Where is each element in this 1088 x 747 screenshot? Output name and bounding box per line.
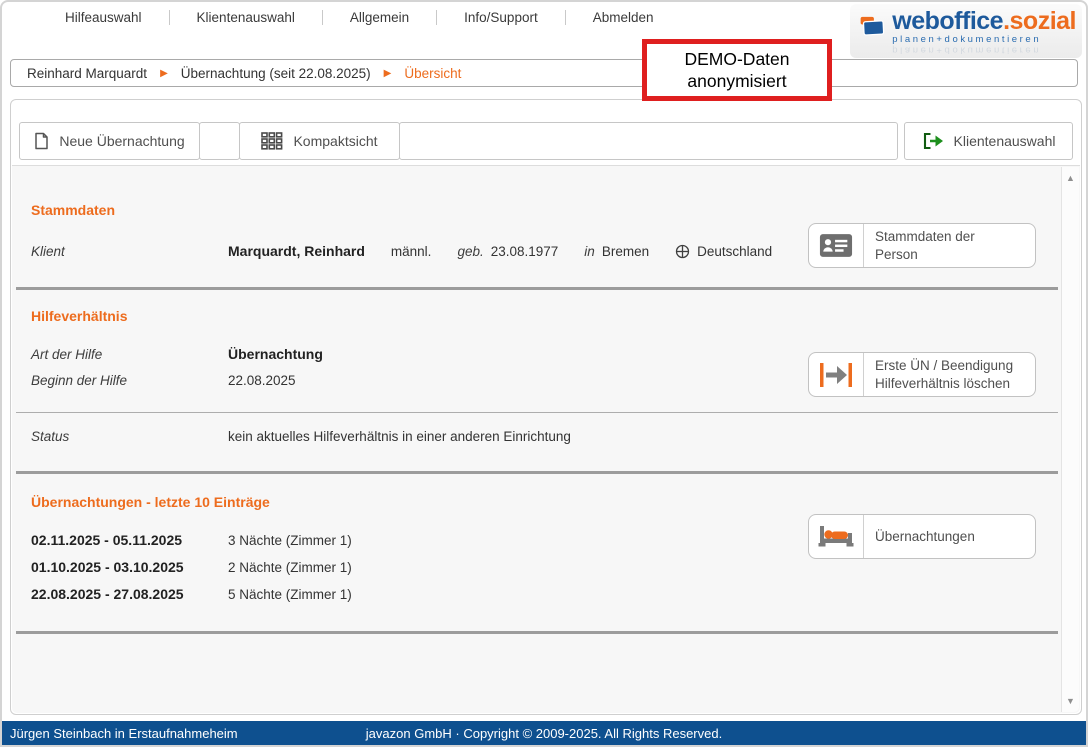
breadcrumb-client[interactable]: Reinhard Marquardt: [27, 66, 147, 81]
erste-uen-button-label: Erste ÜN / Beendigung Hilfeverhältnis lö…: [864, 357, 1035, 392]
art-der-hilfe-label: Art der Hilfe: [31, 347, 228, 362]
scroll-up-arrow-icon[interactable]: ▲: [1062, 173, 1079, 183]
section-divider: [16, 287, 1058, 290]
uebernachtungen-heading: Übernachtungen - letzte 10 Einträge: [31, 494, 270, 510]
birth-label: geb.: [457, 244, 483, 259]
stammdaten-der-person-button[interactable]: Stammdaten der Person: [808, 223, 1036, 268]
beginn-der-hilfe-label: Beginn der Hilfe: [31, 373, 228, 388]
overnight-entry: 02.11.2025 - 05.11.2025 3 Nächte (Zimmer…: [31, 532, 352, 548]
uebernachtungen-button[interactable]: Übernachtungen: [808, 514, 1036, 559]
weboffice-app-window: Hilfeauswahl Klientenauswahl Allgemein I…: [0, 0, 1088, 747]
new-overnight-label: Neue Übernachtung: [59, 133, 184, 149]
breadcrumb-arrow-icon: ▶: [384, 68, 392, 79]
overnight-detail: 5 Nächte (Zimmer 1): [228, 587, 352, 602]
breadcrumb-help-relation[interactable]: Übernachtung (seit 22.08.2025): [181, 66, 371, 81]
compact-view-button[interactable]: Kompaktsicht: [239, 122, 400, 160]
birth-place: Bremen: [602, 244, 649, 259]
weboffice-logo: weboffice.sozial planen+dokumentieren pl…: [850, 4, 1082, 58]
demo-overlay-line2: anonymisiert: [687, 70, 786, 92]
demo-data-overlay: DEMO-Daten anonymisiert: [642, 39, 832, 101]
nav-allgemein[interactable]: Allgemein: [323, 10, 436, 25]
overnight-detail: 2 Nächte (Zimmer 1): [228, 560, 352, 575]
breadcrumb-arrow-icon: ▶: [160, 68, 168, 79]
overnight-detail: 3 Nächte (Zimmer 1): [228, 533, 352, 548]
logo-wordmark: weboffice.sozial: [892, 9, 1076, 34]
art-der-hilfe-value: Übernachtung: [228, 346, 323, 362]
breadcrumb-current-page: Übersicht: [404, 66, 461, 81]
bed-icon: [817, 524, 855, 549]
birth-date: 23.08.1977: [491, 244, 559, 259]
client-selection-label: Klientenauswahl: [954, 133, 1056, 149]
overnight-entry: 22.08.2025 - 27.08.2025 5 Nächte (Zimmer…: [31, 586, 352, 602]
scroll-down-arrow-icon[interactable]: ▼: [1062, 696, 1079, 706]
arrow-between-bars-icon: [819, 362, 853, 388]
footer-bar: Jürgen Steinbach in Erstaufnahmeheim jav…: [2, 721, 1086, 745]
overnight-range: 02.11.2025 - 05.11.2025: [31, 532, 228, 548]
footer-user-info: Jürgen Steinbach in Erstaufnahmeheim: [10, 726, 238, 741]
status-row: Status kein aktuelles Hilfeverhältnis in…: [31, 429, 571, 444]
grid-icon: [261, 132, 283, 150]
demo-overlay-line1: DEMO-Daten: [684, 48, 789, 70]
nav-abmelden[interactable]: Abmelden: [566, 10, 681, 25]
top-navigation: Hilfeauswahl Klientenauswahl Allgemein I…: [2, 2, 681, 32]
nav-hilfeauswahl[interactable]: Hilfeauswahl: [38, 10, 169, 25]
stammdaten-button-label: Stammdaten der Person: [864, 228, 1035, 263]
nav-klientenauswahl[interactable]: Klientenauswahl: [170, 10, 322, 25]
hilfeverhaeltnis-heading: Hilfeverhältnis: [31, 308, 127, 324]
uebernachtungen-button-label: Übernachtungen: [864, 528, 1035, 546]
country: Deutschland: [697, 244, 772, 259]
stammdaten-heading: Stammdaten: [31, 202, 115, 218]
client-selection-button[interactable]: Klientenauswahl: [904, 122, 1073, 160]
section-divider: [16, 471, 1058, 474]
breadcrumb: Reinhard Marquardt ▶ Übernachtung (seit …: [10, 59, 1078, 87]
nav-info-support[interactable]: Info/Support: [437, 10, 565, 25]
place-label: in: [584, 244, 595, 259]
id-card-icon: [819, 232, 853, 259]
weboffice-logo-icon: [860, 9, 885, 45]
client-name: Marquardt, Reinhard: [228, 243, 365, 259]
section-divider: [16, 631, 1058, 634]
footer-copyright: javazon GmbH · Copyright © 2009-2025. Al…: [366, 726, 722, 741]
section-divider-thin: [16, 412, 1058, 413]
toolbar-spacer-cell: [199, 122, 240, 160]
logo-tagline: planen+dokumentieren: [892, 35, 1076, 45]
beginn-der-hilfe-value: 22.08.2025: [228, 373, 296, 388]
art-der-hilfe-row: Art der Hilfe Übernachtung: [31, 346, 323, 362]
erste-uen-beendigung-button[interactable]: Erste ÜN / Beendigung Hilfeverhältnis lö…: [808, 352, 1036, 397]
main-panel: Neue Übernachtung Kompaktsicht Klientena…: [10, 99, 1082, 715]
client-gender: männl.: [391, 244, 432, 259]
exit-arrow-icon: [922, 132, 944, 150]
toolbar-empty-cell: [399, 122, 898, 160]
new-document-icon: [34, 132, 49, 150]
compact-view-label: Kompaktsicht: [293, 133, 377, 149]
new-overnight-button[interactable]: Neue Übernachtung: [19, 122, 200, 160]
overnight-range: 22.08.2025 - 27.08.2025: [31, 586, 228, 602]
klient-row: Klient Marquardt, Reinhard männl. geb. 23…: [31, 243, 772, 259]
globe-icon: [675, 244, 690, 259]
vertical-scrollbar[interactable]: ▲ ▼: [1061, 167, 1079, 712]
content-area: Stammdaten Klient Marquardt, Reinhard mä…: [12, 165, 1080, 713]
beginn-der-hilfe-row: Beginn der Hilfe 22.08.2025: [31, 373, 296, 388]
overnight-range: 01.10.2025 - 03.10.2025: [31, 559, 228, 575]
status-value: kein aktuelles Hilfeverhältnis in einer …: [228, 429, 571, 444]
overnight-entry: 01.10.2025 - 03.10.2025 2 Nächte (Zimmer…: [31, 559, 352, 575]
klient-label: Klient: [31, 244, 228, 259]
logo-reflection: planen+dokumentieren: [892, 45, 1041, 55]
status-label: Status: [31, 429, 228, 444]
